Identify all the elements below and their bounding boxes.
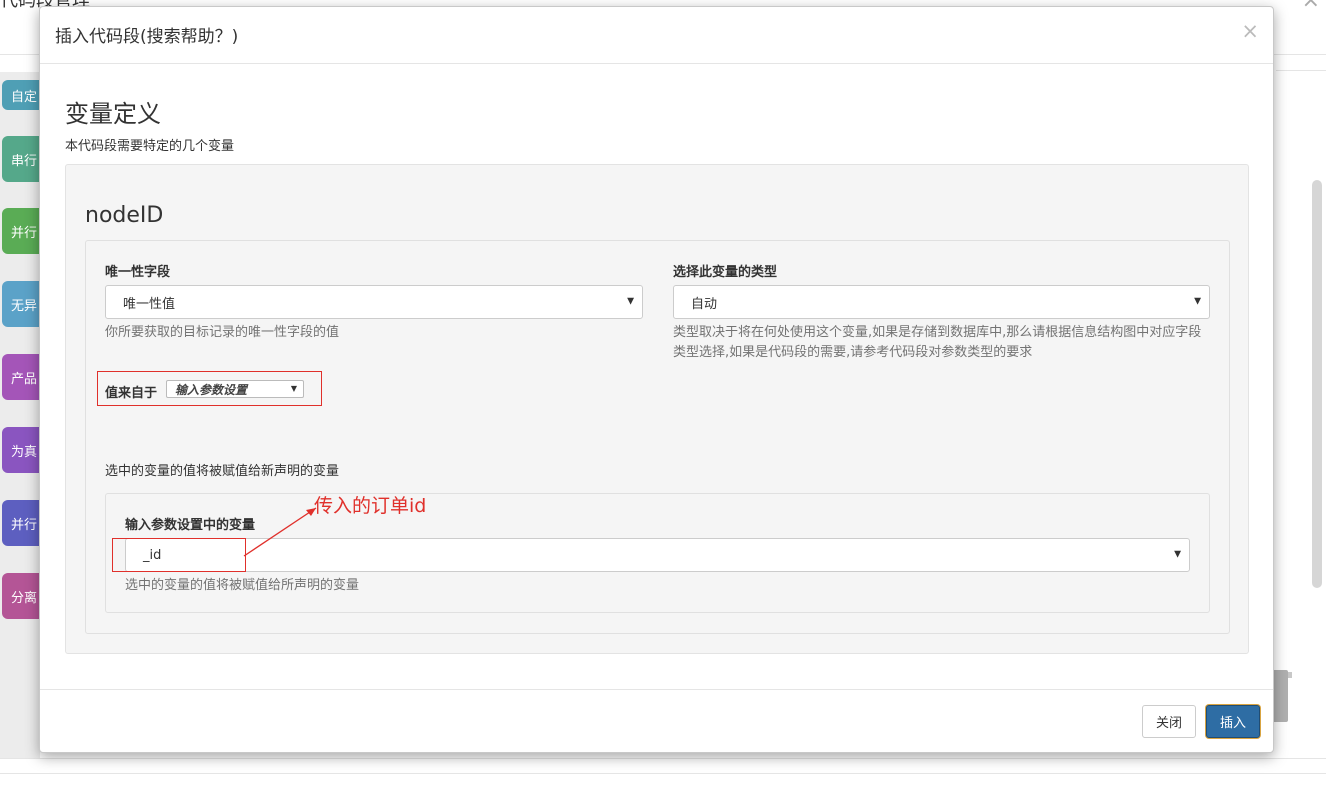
input-param-select[interactable]: _id ▼ xyxy=(125,538,1190,572)
palette-block[interactable]: 自定 xyxy=(2,80,42,110)
background-close-icon[interactable]: × xyxy=(1302,0,1320,13)
palette-block[interactable]: 并行 xyxy=(2,500,42,546)
caret-down-icon: ▼ xyxy=(290,384,297,394)
assign-note: 选中的变量的值将被赋值给新声明的变量 xyxy=(105,464,340,479)
background-divider xyxy=(1276,70,1326,71)
variable-type-select[interactable]: 自动 ▼ xyxy=(673,285,1210,319)
close-icon[interactable]: × xyxy=(1241,19,1259,43)
caret-down-icon: ▼ xyxy=(627,296,634,307)
insert-snippet-modal: 插入代码段(搜索帮助？) × 变量定义 本代码段需要特定的几个变量 nodeID… xyxy=(39,6,1274,753)
palette-block[interactable]: 串行 xyxy=(2,136,42,182)
value-from-label: 值来自于 xyxy=(105,386,158,401)
input-param-label: 输入参数设置中的变量 xyxy=(125,518,256,533)
caret-down-icon: ▼ xyxy=(1194,296,1201,307)
unique-field-help: 你所要获取的目标记录的唯一性字段的值 xyxy=(105,325,340,340)
palette-block[interactable]: 无异 xyxy=(2,281,42,327)
variable-type-value: 自动 xyxy=(691,296,718,312)
palette-block[interactable]: 并行 xyxy=(2,208,42,254)
page-scrollbar[interactable] xyxy=(1312,180,1322,588)
variable-settings: 唯一性字段 唯一性值 ▼ 你所要获取的目标记录的唯一性字段的值 选择此变量的类型… xyxy=(85,240,1230,634)
variable-type-help: 类型取决于将在何处使用这个变量,如果是存储到数据库中,那么请根据信息结构图中对应… xyxy=(673,325,1202,360)
close-button[interactable]: 关闭 xyxy=(1142,705,1196,738)
variable-type-label: 选择此变量的类型 xyxy=(673,265,778,280)
modal-header: 插入代码段(搜索帮助？) × xyxy=(40,7,1273,64)
caret-down-icon: ▼ xyxy=(1174,549,1181,560)
input-param-help: 选中的变量的值将被赋值给所声明的变量 xyxy=(125,578,360,593)
annotation-text: 传入的订单id xyxy=(314,495,427,517)
input-param-panel: 输入参数设置中的变量 _id ▼ 选中的变量的值将被赋值给所声明的变量 xyxy=(105,493,1210,613)
palette-block[interactable]: 产品 xyxy=(2,354,42,400)
value-from-select[interactable]: 输入参数设置 ▼ xyxy=(166,380,304,398)
unique-field-select[interactable]: 唯一性值 ▼ xyxy=(105,285,643,319)
section-heading: 变量定义 xyxy=(65,100,161,128)
unique-field-value: 唯一性值 xyxy=(123,296,176,312)
highlight-box xyxy=(112,538,246,572)
modal-title[interactable]: 插入代码段(搜索帮助？) xyxy=(55,22,238,47)
background-divider xyxy=(0,758,1326,759)
variable-name: nodeID xyxy=(85,203,164,228)
palette-block[interactable]: 分离 xyxy=(2,573,42,619)
modal-footer-divider xyxy=(40,689,1273,690)
insert-button[interactable]: 插入 xyxy=(1206,705,1260,738)
unique-field-label: 唯一性字段 xyxy=(105,265,171,280)
value-from-value: 输入参数设置 xyxy=(175,382,248,397)
background-divider xyxy=(0,773,1326,774)
variable-panel: nodeID 唯一性字段 唯一性值 ▼ 你所要获取的目标记录的唯一性字段的值 选… xyxy=(65,164,1249,654)
palette-block[interactable]: 为真 xyxy=(2,427,42,473)
section-description: 本代码段需要特定的几个变量 xyxy=(65,139,235,154)
